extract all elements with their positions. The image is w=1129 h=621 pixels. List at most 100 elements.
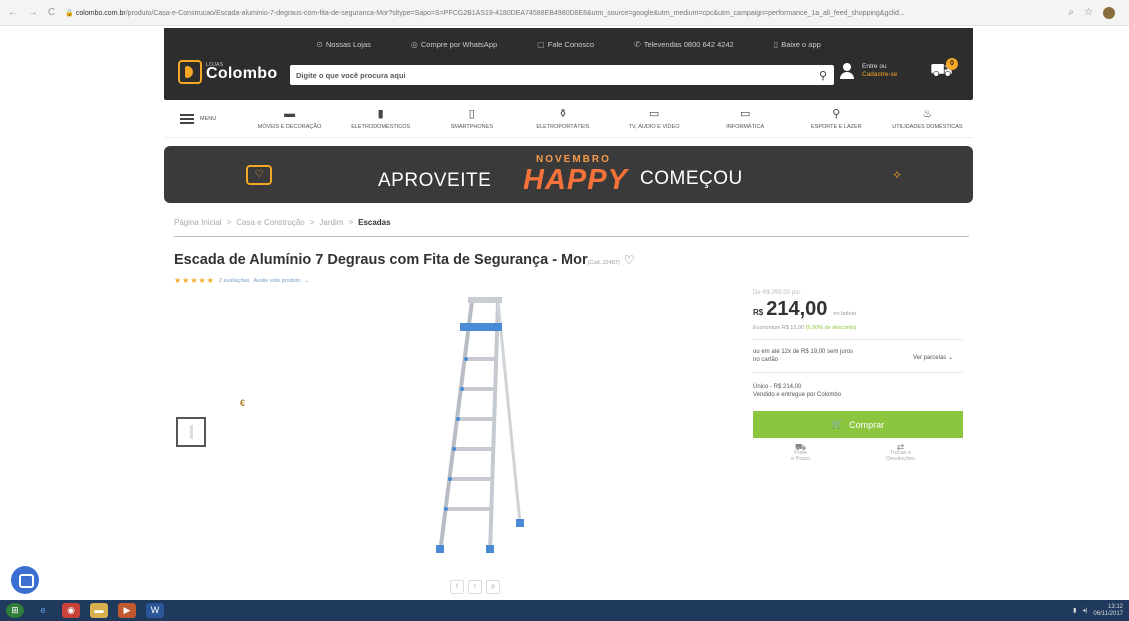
mobile-icon: ▯ — [773, 40, 779, 49]
media-player-icon[interactable]: ▶ — [118, 603, 136, 618]
lock-icon: 🔒 — [65, 9, 74, 17]
chat-icon: ▢ — [537, 40, 545, 49]
category-computing[interactable]: ▭ INFORMÁTICA — [700, 108, 791, 130]
pin-icon: ⊙ — [316, 40, 323, 49]
link-whatsapp[interactable]: ◎ Compre por WhatsApp — [411, 40, 497, 49]
buy-box: De R$ 299,00 por R$ 214,00 no boleto Eco… — [753, 290, 963, 462]
perks: ⛟ Frete e Prazo ⇄ Trocas e Devoluções — [753, 443, 963, 463]
whatsapp-icon: ◎ — [410, 40, 418, 49]
chat-widget-button[interactable] — [11, 566, 39, 594]
start-button-icon[interactable]: ⊞ — [6, 603, 24, 618]
user-icon — [840, 63, 854, 79]
favorite-heart-icon[interactable]: ♡ — [624, 253, 635, 267]
clock-date: 06/11/2017 — [1093, 610, 1123, 617]
back-icon[interactable]: ← — [8, 7, 18, 18]
phone-icon: ✆ — [634, 40, 641, 49]
category-furniture[interactable]: ▬ MÓVEIS E DECORAÇÃO — [244, 108, 335, 130]
breadcrumb-home[interactable]: Página Inicial — [174, 218, 222, 227]
search-icon[interactable]: ⚲ — [812, 69, 834, 82]
installment-link-label: Ver parcelas — [912, 355, 947, 361]
network-icon[interactable]: ▮ — [1073, 607, 1076, 614]
breadcrumb: Página Inicial > Casa e Construção > Jardi… — [174, 218, 391, 227]
tv-icon: ▭ — [648, 107, 660, 120]
gallery-thumbnail[interactable] — [176, 417, 206, 447]
returns-perk[interactable]: ⇄ Trocas e Devoluções — [886, 443, 915, 463]
category-label: ELETRODOMÉSTICOS — [351, 123, 411, 130]
reload-icon[interactable]: C — [48, 7, 55, 18]
forward-icon[interactable]: → — [28, 7, 38, 18]
economy-line: Economize R$ 15,00 (5,00% de desconto) — [753, 325, 963, 331]
link-label: Baixe o app — [781, 40, 821, 49]
chevron-down-icon: ⌄ — [304, 277, 310, 284]
seller-line2: Vendido e entregue por Colombo — [753, 392, 842, 398]
category-small-appliances[interactable]: ⚱ ELETROPORTÁTEIS — [517, 108, 608, 130]
breadcrumb-separator: > — [309, 218, 315, 227]
search-box: ⚲ — [290, 65, 834, 85]
installment-line2: no cartão — [753, 357, 779, 363]
category-label: UTILIDADES DOMÉSTICAS — [892, 123, 963, 130]
economy-percent: (5,00% de desconto) — [805, 325, 857, 331]
bike-icon: ⚲ — [832, 107, 841, 120]
smartphone-icon: ▯ — [468, 107, 475, 120]
review-link[interactable]: Avalie este produto — [253, 278, 300, 284]
category-label: SMARTPHONES — [450, 123, 493, 130]
economy-amount: Economize R$ 15,00 — [753, 325, 805, 331]
breadcrumb-category[interactable]: Casa e Construção — [236, 218, 304, 227]
url-path: /produto/Casa-e-Construcao/Escada-alumin… — [125, 9, 905, 17]
category-smartphones[interactable]: ▯ SMARTPHONES — [426, 108, 517, 130]
menu-label: MENU — [200, 115, 217, 122]
bookmark-star-icon[interactable]: ☆ — [1084, 7, 1093, 19]
clock-time: 13:12 — [1107, 603, 1123, 610]
installment-line1: ou em até 12x de R$ 19,00 sem juros — [753, 349, 854, 355]
link-contact[interactable]: ▢ Fale Conosco — [537, 40, 594, 49]
review-count[interactable]: 2 avaliações — [219, 278, 250, 284]
cart-button[interactable]: ⛟ 0 — [930, 58, 958, 82]
blender-icon: ⚱ — [558, 107, 568, 120]
breadcrumb-divider — [174, 236, 969, 237]
site-logo[interactable]: LOJAS Colombo — [178, 60, 277, 84]
breadcrumb-current: Escadas — [358, 218, 391, 227]
pinterest-icon[interactable]: p — [486, 580, 500, 594]
pot-icon: ♨ — [922, 107, 933, 120]
search-input[interactable] — [296, 70, 812, 80]
shipping-perk[interactable]: ⛟ Frete e Prazo — [791, 443, 810, 463]
ie-icon[interactable]: e — [34, 603, 52, 618]
product-title: Escada de Alumínio 7 Degraus com Fita de… — [174, 252, 635, 268]
buy-button[interactable]: 🛒 Comprar — [753, 411, 963, 438]
header-topbar: ⊙ Nossas Lojas ◎ Compre por WhatsApp ▢ Fale… — [164, 40, 973, 49]
link-stores[interactable]: ⊙ Nossas Lojas — [316, 40, 371, 49]
category-nav: MENU ▬ MÓVEIS E DECORAÇÃO ▮ ELETRODOMÉSTIC… — [164, 100, 973, 138]
folder-icon[interactable]: ▬ — [90, 603, 108, 618]
word-icon[interactable]: W — [146, 603, 164, 618]
zoom-icon[interactable]: ⌕ — [1068, 7, 1074, 19]
category-household[interactable]: ♨ UTILIDADES DOMÉSTICAS — [882, 108, 973, 130]
link-label: Fale Conosco — [547, 40, 595, 49]
link-telesales[interactable]: ✆ Televendas 0800 642 4242 — [634, 40, 734, 49]
browser-address-bar: ← → C 🔒 colombo.com.br/produto/Casa-e-Co… — [0, 0, 1129, 26]
category-sports[interactable]: ⚲ ESPORTE E LAZER — [791, 108, 882, 130]
laptop-icon: ▭ — [739, 107, 751, 120]
volume-icon[interactable]: ◂) — [1082, 607, 1087, 614]
clock[interactable]: 13:12 06/11/2017 — [1093, 604, 1123, 618]
extension-icon[interactable] — [1103, 6, 1115, 19]
system-tray: ▮ ◂) 13:12 06/11/2017 — [1073, 604, 1129, 618]
link-app[interactable]: ▯ Baixe o app — [774, 40, 821, 49]
login-text: Entre ou Cadastre-se — [862, 63, 897, 79]
chrome-icon[interactable]: ◉ — [62, 603, 80, 618]
login-area[interactable]: Entre ou Cadastre-se — [840, 63, 897, 79]
price: R$ 214,00 no boleto — [753, 298, 963, 321]
cart-count-badge: 0 — [946, 58, 958, 70]
view-installments-link[interactable]: Ver parcelas ⌄ — [913, 348, 963, 364]
promo-banner[interactable]: ♡ APROVEITE NOVEMBRO HAPPY COMEÇOU ✧ — [164, 146, 973, 203]
banner-happy: HAPPY — [523, 164, 628, 196]
menu-button[interactable]: MENU — [164, 113, 244, 124]
breadcrumb-subcategory[interactable]: Jardim — [319, 218, 343, 227]
category-tv[interactable]: ▭ TV, ÁUDIO E VÍDEO — [609, 108, 700, 130]
product-image-ladder[interactable] — [420, 293, 530, 563]
twitter-icon[interactable]: t — [468, 580, 482, 594]
category-appliances[interactable]: ▮ ELETRODOMÉSTICOS — [335, 108, 426, 130]
facebook-icon[interactable]: f — [450, 580, 464, 594]
url-field[interactable]: 🔒 colombo.com.br/produto/Casa-e-Construc… — [65, 9, 1058, 17]
chat-heart-icon: ♡ — [246, 165, 272, 185]
chevron-down-icon: ⌄ — [947, 355, 953, 361]
